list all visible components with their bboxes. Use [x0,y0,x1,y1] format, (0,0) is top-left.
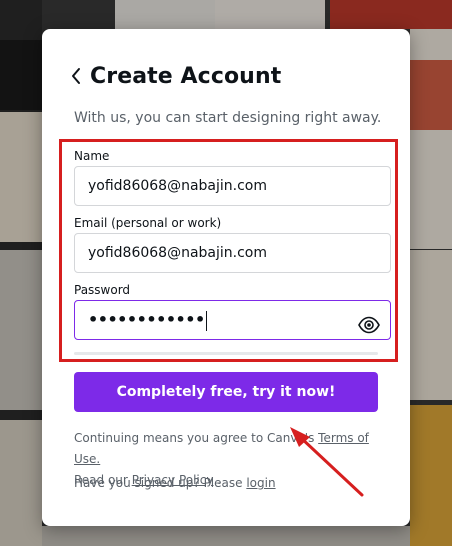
signup-button[interactable]: Completely free, try it now! [74,372,378,412]
page-subtitle: With us, you can start designing right a… [74,110,382,126]
name-label: Name [74,149,110,163]
signin-prompt: Have you signed up? Please login [74,476,276,490]
text-caret [205,311,208,331]
page-title: Create Account [90,63,282,89]
name-value: yofid86068@nabajin.com [88,178,268,194]
password-field[interactable]: •••••••••••• [74,300,391,340]
email-label: Email (personal or work) [74,216,222,230]
eye-icon[interactable] [358,311,380,334]
password-value: •••••••••••• [88,310,205,329]
login-link[interactable]: login [246,476,275,490]
password-label: Password [74,283,131,297]
chevron-left-icon[interactable] [70,63,88,89]
name-field[interactable]: yofid86068@nabajin.com [74,166,391,206]
email-value: yofid86068@nabajin.com [88,245,268,261]
password-strength-bar [74,352,378,355]
create-account-modal: Create Account With us, you can start de… [42,29,410,526]
title-row: Create Account [70,63,281,89]
email-field[interactable]: yofid86068@nabajin.com [74,233,391,273]
